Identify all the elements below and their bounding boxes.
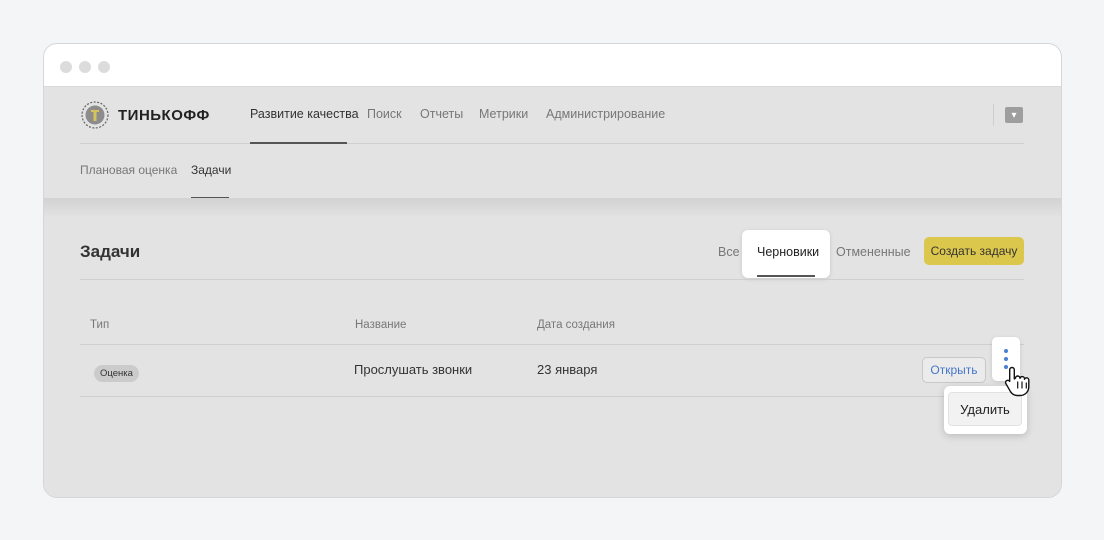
window-maximize-dot[interactable] (98, 61, 110, 73)
window-titlebar (44, 44, 1061, 87)
task-date: 23 января (537, 362, 598, 377)
nav-divider (993, 104, 994, 126)
column-header-name: Название (355, 319, 407, 331)
filter-drafts[interactable]: Черновики (742, 230, 830, 278)
tab-tasks[interactable]: Задачи (191, 163, 231, 177)
nav-item-metrics[interactable]: Метрики (479, 107, 528, 121)
menu-item-delete[interactable]: Удалить (948, 392, 1022, 426)
open-button[interactable]: Открыть (922, 357, 986, 383)
column-header-type: Тип (90, 319, 110, 331)
top-navigation: ТИНЬКОФФ Развитие качества Поиск Отчеты … (80, 87, 1024, 144)
filter-active-underline (757, 275, 815, 277)
task-name: Прослушать звонки (354, 362, 473, 377)
type-badge: Оценка (94, 365, 139, 382)
column-header-created: Дата создания (537, 319, 615, 331)
header-shadow-band (44, 198, 1061, 218)
nav-item-search[interactable]: Поиск (367, 107, 402, 121)
table-row-divider (80, 396, 1024, 397)
brand-emblem-icon (81, 101, 109, 129)
window-close-dot[interactable] (60, 61, 72, 73)
brand-name: ТИНЬКОФФ (118, 106, 210, 124)
table-header-divider (80, 344, 1024, 345)
hand-pointer-cursor-icon (1004, 366, 1030, 397)
browser-window: ТИНЬКОФФ Развитие качества Поиск Отчеты … (43, 43, 1062, 498)
app-content: ТИНЬКОФФ Развитие качества Поиск Отчеты … (44, 87, 1061, 497)
sub-navigation: Плановая оценка Задачи (80, 143, 1024, 199)
brand-logo[interactable]: ТИНЬКОФФ (80, 100, 210, 130)
tab-planned-evaluation[interactable]: Плановая оценка (80, 163, 177, 177)
nav-item-administration[interactable]: Администрирование (546, 107, 665, 121)
filter-all[interactable]: Все (718, 245, 740, 259)
create-task-button[interactable]: Создать задачу (924, 237, 1024, 265)
chevron-down-icon: ▾ (1011, 109, 1017, 121)
user-menu-button[interactable]: ▾ (1005, 107, 1023, 123)
filter-drafts-label: Черновики (757, 245, 820, 259)
nav-item-quality-development[interactable]: Развитие качества (250, 107, 359, 121)
window-minimize-dot[interactable] (79, 61, 91, 73)
page-title: Задачи (80, 242, 141, 261)
filter-cancelled[interactable]: Отмененные (836, 245, 911, 259)
title-divider (80, 279, 1024, 280)
nav-item-reports[interactable]: Отчеты (420, 107, 463, 121)
